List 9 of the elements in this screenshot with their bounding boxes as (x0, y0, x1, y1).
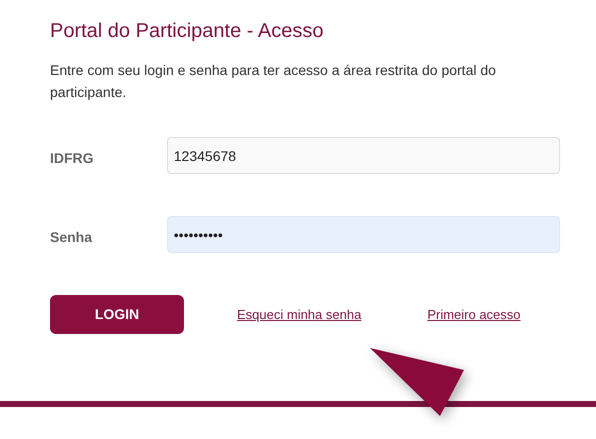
page-title: Portal do Participante - Acesso (50, 19, 324, 44)
field-label: IDFRG (50, 149, 95, 168)
password-field[interactable]: •••••••••• (166, 216, 560, 253)
intro-text: Entre com seu login e senha para ter acesso a área restrita do portal do participante. (50, 61, 497, 102)
first-access-link[interactable]: Primeiro acesso (427, 304, 521, 324)
input-field[interactable]: 12345678 (166, 137, 560, 174)
forgot-password-link[interactable]: Esqueci minha senha (237, 304, 362, 324)
field-label: Senha (50, 228, 94, 247)
login-button[interactable]: LOGIN (50, 295, 184, 334)
